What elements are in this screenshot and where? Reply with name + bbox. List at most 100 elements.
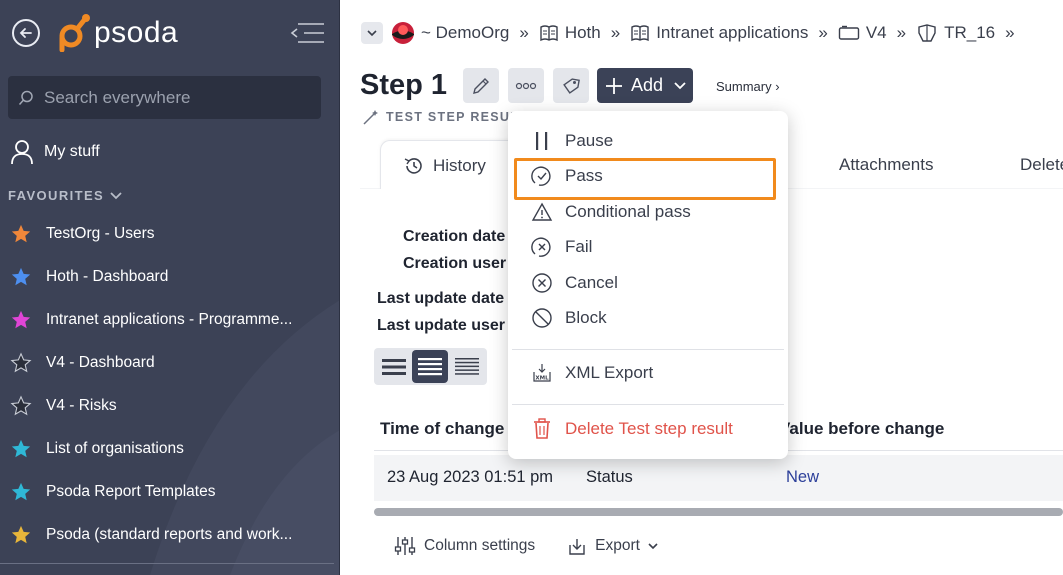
test-run-icon bbox=[916, 23, 938, 43]
book-icon bbox=[630, 24, 650, 42]
favourite-label: V4 - Risks bbox=[46, 396, 117, 414]
favourites-header-label: FAVOURITES bbox=[8, 188, 105, 203]
pause-icon bbox=[530, 129, 554, 153]
logo[interactable]: psoda bbox=[58, 12, 178, 52]
favourite-item[interactable]: V4 - Risks bbox=[10, 384, 330, 427]
breadcrumb: ~ DemoOrg » Hoth » Intranet applications… bbox=[361, 18, 1025, 48]
favourite-label: List of organisations bbox=[46, 439, 184, 457]
arrow-left-icon bbox=[19, 28, 32, 38]
export-button[interactable]: Export bbox=[567, 536, 659, 556]
add-button[interactable]: Add bbox=[597, 68, 693, 103]
search-input[interactable] bbox=[44, 87, 294, 108]
favourite-label: Psoda (standard reports and work... bbox=[46, 525, 293, 543]
collapse-sidebar-icon[interactable] bbox=[290, 20, 326, 46]
menu-item-fail[interactable]: Fail bbox=[508, 230, 788, 264]
logo-text: psoda bbox=[94, 16, 179, 49]
last-update-user-label: Last update user bbox=[377, 317, 506, 334]
star-icon bbox=[10, 394, 32, 415]
psoda-logo-icon bbox=[59, 14, 90, 52]
breadcrumb-item-tr16[interactable]: TR_16 bbox=[916, 23, 995, 43]
favourite-item[interactable]: V4 - Dashboard bbox=[10, 341, 330, 384]
edit-button[interactable] bbox=[463, 68, 499, 103]
cancel-icon bbox=[530, 271, 554, 295]
breadcrumb-item-intranet[interactable]: Intranet applications bbox=[630, 23, 808, 43]
plus-icon bbox=[605, 77, 623, 95]
star-icon bbox=[11, 267, 31, 285]
magic-wand-icon bbox=[363, 110, 378, 125]
add-button-label: Add bbox=[631, 75, 664, 95]
density-comfortable-button[interactable] bbox=[376, 350, 412, 383]
my-stuff-link[interactable]: My stuff bbox=[10, 139, 100, 165]
sidebar-divider bbox=[0, 563, 334, 564]
trash-icon bbox=[530, 417, 554, 441]
tab-label: Attachments bbox=[839, 155, 934, 174]
column-header-value-before[interactable]: Value before change bbox=[779, 419, 944, 439]
cell-time: 23 Aug 2023 01:51 pm bbox=[387, 468, 554, 486]
global-search[interactable] bbox=[8, 76, 321, 119]
table-actions: Column settings Export bbox=[394, 535, 691, 557]
book-icon bbox=[539, 24, 559, 42]
star-icon bbox=[10, 351, 32, 372]
horizontal-scrollbar[interactable] bbox=[374, 508, 1063, 516]
more-options-button[interactable] bbox=[508, 68, 544, 103]
back-button[interactable] bbox=[12, 19, 40, 47]
creation-user-label: Creation user bbox=[403, 255, 507, 272]
breadcrumb-separator: » bbox=[1005, 23, 1015, 42]
summary-link[interactable]: Summary › bbox=[716, 79, 780, 94]
density-normal-button[interactable] bbox=[412, 350, 448, 383]
warning-icon bbox=[530, 200, 554, 224]
fail-icon bbox=[530, 235, 554, 259]
favourite-item[interactable]: Psoda (standard reports and work... bbox=[10, 513, 330, 556]
favourites-header[interactable]: FAVOURITES bbox=[8, 188, 123, 203]
menu-item-label: Fail bbox=[565, 237, 593, 256]
column-header-time[interactable]: Time of change bbox=[380, 419, 504, 439]
xml-file-icon: XML bbox=[530, 361, 554, 385]
favourite-label: Psoda Report Templates bbox=[46, 482, 216, 500]
favourite-item[interactable]: Hoth - Dashboard bbox=[10, 255, 330, 298]
cell-value-before[interactable]: New bbox=[786, 468, 819, 487]
menu-item-delete[interactable]: Delete Test step result bbox=[508, 412, 788, 446]
favourite-item[interactable]: TestOrg - Users bbox=[10, 212, 330, 255]
last-update-date-label: Last update date bbox=[377, 290, 505, 307]
breadcrumb-item-org[interactable]: ~ DemoOrg bbox=[391, 21, 509, 45]
favourite-label: Hoth - Dashboard bbox=[46, 267, 169, 285]
breadcrumb-separator: » bbox=[896, 23, 907, 42]
tab-attachments[interactable]: Attachments bbox=[839, 140, 934, 190]
export-label: Export bbox=[595, 537, 640, 554]
breadcrumb-separator: » bbox=[818, 23, 828, 42]
density-compact-button[interactable] bbox=[449, 350, 485, 383]
tag-button[interactable] bbox=[553, 68, 589, 103]
breadcrumb-toggle[interactable] bbox=[361, 22, 383, 44]
favourites-list: TestOrg - Users Hoth - Dashboard Intrane… bbox=[10, 212, 330, 556]
favourite-item[interactable]: Psoda Report Templates bbox=[10, 470, 330, 513]
folder-icon bbox=[838, 25, 860, 41]
breadcrumb-label: V4 bbox=[865, 23, 887, 42]
tag-icon bbox=[563, 77, 580, 94]
column-settings-label: Column settings bbox=[424, 537, 536, 554]
menu-divider bbox=[512, 404, 784, 405]
menu-item-cancel[interactable]: Cancel bbox=[508, 266, 788, 300]
breadcrumb-item-v4[interactable]: V4 bbox=[838, 23, 887, 43]
subtitle-text: TEST STEP RESULT bbox=[386, 110, 528, 124]
menu-item-pause[interactable]: Pause bbox=[508, 124, 788, 158]
table-row[interactable]: 23 Aug 2023 01:51 pm Status New bbox=[374, 455, 1063, 501]
menu-item-xml-export[interactable]: XML XML Export bbox=[508, 356, 788, 390]
favourite-item[interactable]: List of organisations bbox=[10, 427, 330, 470]
sidebar: psoda My stuff FAVOURITES TestOrg - User… bbox=[0, 0, 340, 575]
star-icon bbox=[11, 224, 31, 242]
my-stuff-label: My stuff bbox=[44, 143, 100, 160]
favourite-item[interactable]: Intranet applications - Programme... bbox=[10, 298, 330, 341]
column-settings-button[interactable]: Column settings bbox=[394, 535, 535, 557]
menu-item-label: Pause bbox=[565, 131, 614, 150]
tab-delete[interactable]: Delete bbox=[1020, 140, 1063, 190]
favourite-label: V4 - Dashboard bbox=[46, 353, 155, 371]
star-icon bbox=[11, 439, 31, 457]
breadcrumb-item-hoth[interactable]: Hoth bbox=[539, 23, 601, 43]
menu-item-conditional-pass[interactable]: Conditional pass bbox=[508, 195, 788, 229]
breadcrumb-label: Intranet applications bbox=[656, 23, 809, 42]
breadcrumb-separator: » bbox=[519, 23, 529, 42]
star-icon bbox=[11, 482, 31, 500]
menu-item-label: XML Export bbox=[565, 363, 654, 382]
sliders-icon bbox=[394, 535, 416, 557]
menu-item-block[interactable]: Block bbox=[508, 301, 788, 335]
